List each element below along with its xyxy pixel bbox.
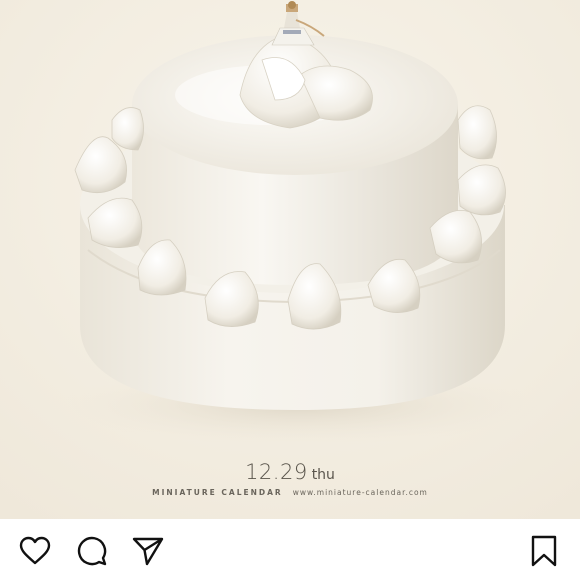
share-button[interactable] [132,535,164,567]
heart-icon [19,536,51,565]
brand-name: MINIATURE CALENDAR [152,488,283,497]
comment-icon [77,536,107,566]
post-image[interactable]: 12.29 thu MINIATURE CALENDAR www.miniature… [0,0,580,519]
calendar-date: 12.29 thu [0,460,580,484]
post-action-bar [0,519,580,580]
cake-photo [0,0,580,519]
date-number: 12.29 [245,460,308,484]
day-of-week: thu [311,467,335,483]
like-button[interactable] [19,535,51,567]
comment-button[interactable] [76,535,108,567]
save-button[interactable] [528,535,560,567]
bookmark-icon [531,535,557,567]
calendar-brand-line: MINIATURE CALENDAR www.miniature-calendar… [0,488,580,497]
paper-plane-icon [132,537,164,566]
website-url: www.miniature-calendar.com [292,488,428,497]
